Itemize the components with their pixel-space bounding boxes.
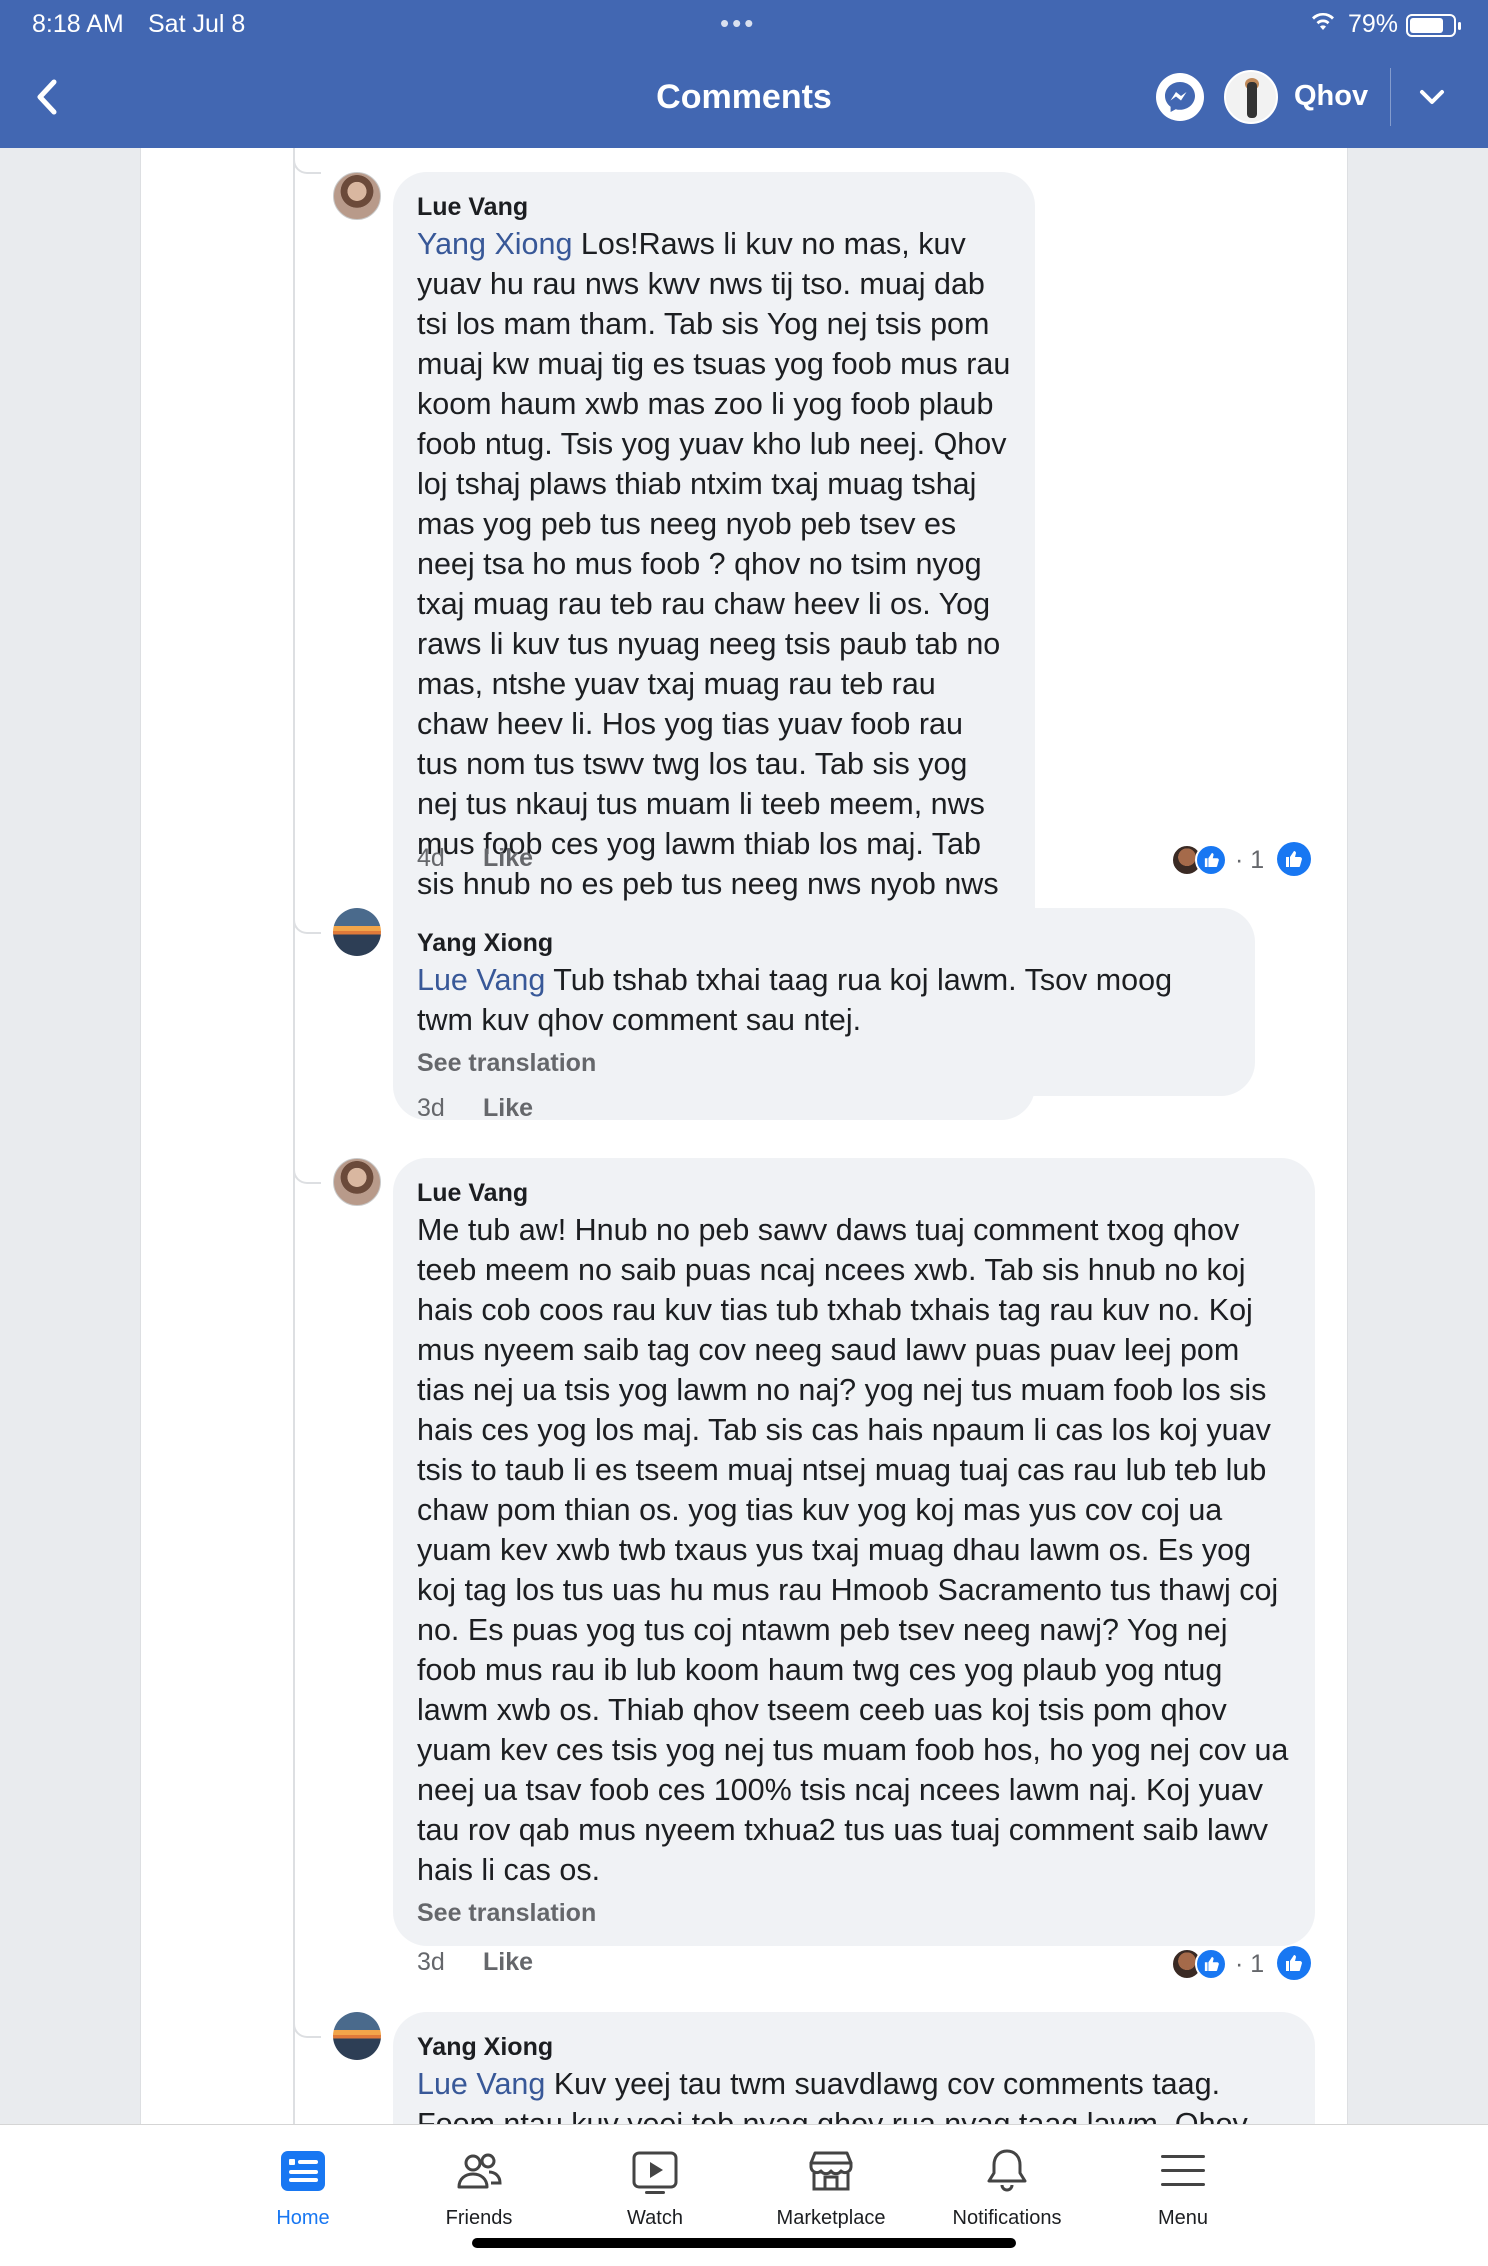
- mention-link[interactable]: Lue Vang: [417, 963, 545, 997]
- messenger-icon: [1165, 82, 1195, 112]
- comment-author[interactable]: Lue Vang: [417, 1176, 1291, 1210]
- mention-link[interactable]: Yang Xiong: [417, 227, 572, 261]
- status-date: Sat Jul 8: [148, 10, 246, 38]
- comment-author[interactable]: Lue Vang: [417, 190, 1011, 224]
- status-bar: 8:18 AM Sat Jul 8 ••• 79%: [0, 0, 1488, 50]
- thread-elbow: [293, 148, 321, 174]
- multitask-dots-icon[interactable]: •••: [720, 8, 756, 39]
- account-switcher-button[interactable]: [1416, 82, 1448, 112]
- tab-watch[interactable]: Watch: [567, 2145, 743, 2230]
- tab-friends[interactable]: Friends: [391, 2145, 567, 2230]
- comment-age: 4d: [417, 844, 445, 872]
- avatar[interactable]: [333, 1158, 381, 1206]
- comment-text: Lue Vang Kuv yeej tau twm suavdlawg cov …: [417, 2067, 1248, 2124]
- thread-elbow: [293, 2012, 321, 2038]
- reaction-count: · 1: [1235, 1950, 1265, 1978]
- avatar[interactable]: [333, 172, 381, 220]
- like-button[interactable]: Like: [483, 1094, 533, 1122]
- like-icon[interactable]: [1277, 842, 1311, 876]
- marketplace-icon: [809, 2151, 853, 2191]
- comment-bubble: Yang Xiong Lue Vang Kuv yeej tau twm sua…: [393, 2012, 1315, 2124]
- chevron-down-icon: [1420, 90, 1444, 104]
- top-bar: 8:18 AM Sat Jul 8 ••• 79% Comments Qhov: [0, 0, 1488, 148]
- bell-icon: [987, 2149, 1027, 2192]
- header-divider: [1390, 68, 1391, 126]
- tab-label: Notifications: [952, 2207, 1062, 2229]
- comment-age: 3d: [417, 1948, 445, 1976]
- home-icon: [281, 2151, 325, 2191]
- watch-icon: [632, 2151, 678, 2194]
- comment-text: Lue Vang Tub tshab txhai taag rua koj la…: [417, 963, 1173, 1037]
- status-time: 8:18 AM: [32, 10, 124, 38]
- tab-label: Marketplace: [776, 2207, 886, 2229]
- like-button[interactable]: Like: [483, 844, 533, 872]
- tab-menu[interactable]: Menu: [1095, 2145, 1271, 2230]
- profile-name[interactable]: Qhov: [1294, 80, 1368, 113]
- thread-line: [293, 148, 295, 2124]
- like-icon[interactable]: [1277, 1946, 1311, 1980]
- avatar[interactable]: [333, 908, 381, 956]
- avatar[interactable]: [333, 2012, 381, 2060]
- comment-text: Me tub aw! Hnub no peb sawv daws tuaj co…: [417, 1213, 1289, 1887]
- friends-icon: [457, 2153, 502, 2189]
- tab-marketplace[interactable]: Marketplace: [743, 2145, 919, 2230]
- mention-link[interactable]: Lue Vang: [417, 2067, 545, 2101]
- tab-label: Watch: [627, 2207, 683, 2229]
- comment-bubble: Lue Vang Me tub aw! Hnub no peb sawv daw…: [393, 1158, 1315, 1946]
- thread-elbow: [293, 1158, 321, 1184]
- battery-icon: [1406, 14, 1461, 37]
- tab-label: Home: [276, 2207, 330, 2229]
- see-translation-link[interactable]: See translation: [417, 1896, 1291, 1930]
- like-reaction-icon: [1195, 1948, 1227, 1980]
- comment-age: 3d: [417, 1094, 445, 1122]
- home-indicator[interactable]: [472, 2238, 1016, 2248]
- tab-label: Menu: [1157, 2207, 1209, 2229]
- tab-notifications[interactable]: Notifications: [919, 2145, 1095, 2230]
- menu-icon: [1161, 2155, 1205, 2186]
- reaction-count: · 1: [1235, 846, 1265, 874]
- comment-meta: 3d Like: [417, 1948, 533, 1977]
- comment-author[interactable]: Yang Xiong: [417, 2030, 1291, 2064]
- profile-avatar[interactable]: [1224, 70, 1278, 124]
- comment-bubble: Yang Xiong Lue Vang Tub tshab txhai taag…: [393, 908, 1255, 1096]
- wifi-icon: [1310, 10, 1336, 38]
- comments-panel: Lue Vang Yang Xiong Los!Raws li kuv no m…: [140, 148, 1348, 2124]
- tab-label: Friends: [445, 2207, 513, 2229]
- battery-percent: 79%: [1348, 10, 1399, 38]
- comment-meta: 3d Like: [417, 1094, 533, 1123]
- like-button[interactable]: Like: [483, 1948, 533, 1976]
- tab-home[interactable]: Home: [215, 2145, 391, 2230]
- thread-elbow: [293, 908, 321, 934]
- comment-meta: 4d Like: [417, 844, 533, 873]
- comment-author[interactable]: Yang Xiong: [417, 926, 1231, 960]
- like-reaction-icon: [1195, 844, 1227, 876]
- messenger-button[interactable]: [1156, 73, 1204, 121]
- see-translation-link[interactable]: See translation: [417, 1046, 1231, 1080]
